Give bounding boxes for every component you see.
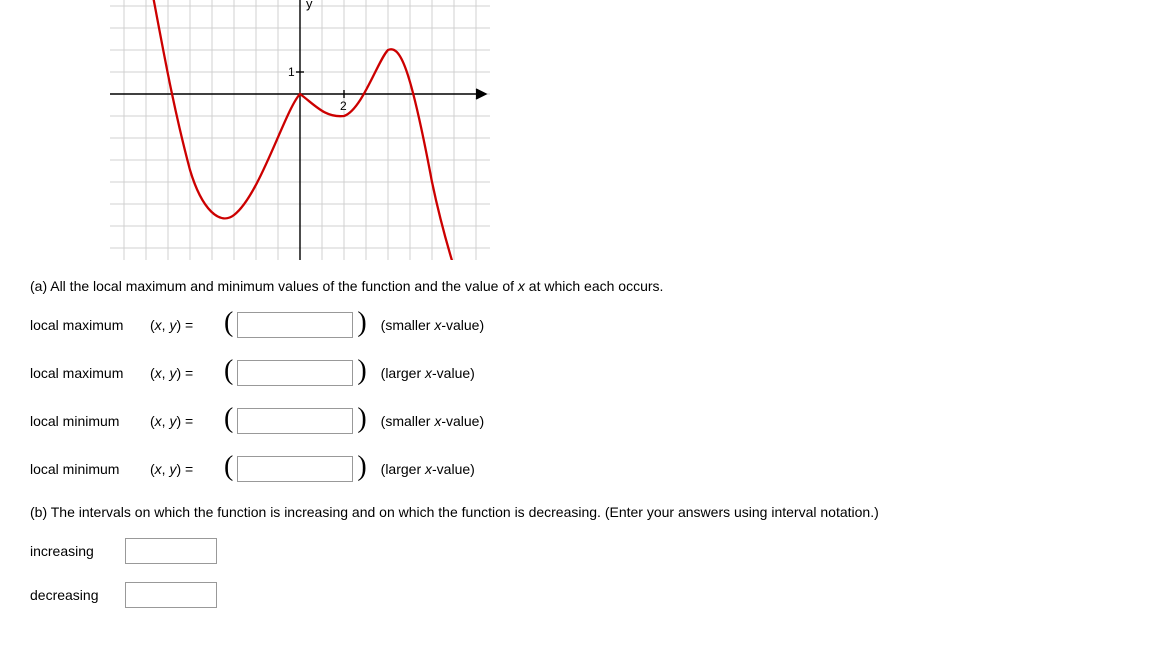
y-tick-1: 1 bbox=[288, 65, 295, 79]
increasing-row: increasing bbox=[30, 538, 1145, 564]
part-b-prompt: (b) The intervals on which the function … bbox=[30, 504, 1145, 520]
function-graph: y x 2 1 bbox=[110, 0, 1145, 263]
row-label: local maximum bbox=[30, 317, 150, 333]
decreasing-input[interactable] bbox=[125, 582, 217, 608]
row-hint: (larger x-value) bbox=[381, 461, 475, 477]
increasing-input[interactable] bbox=[125, 538, 217, 564]
decreasing-row: decreasing bbox=[30, 582, 1145, 608]
local-max-larger-input[interactable] bbox=[237, 360, 353, 386]
row-label: increasing bbox=[30, 543, 125, 559]
local-min-larger-row: local minimum (x, y) = ( ) (larger x-val… bbox=[30, 456, 1145, 482]
x-tick-2: 2 bbox=[340, 99, 347, 113]
row-hint: (smaller x-value) bbox=[381, 413, 484, 429]
row-label: local minimum bbox=[30, 461, 150, 477]
local-min-smaller-input[interactable] bbox=[237, 408, 353, 434]
local-min-larger-input[interactable] bbox=[237, 456, 353, 482]
row-label: local maximum bbox=[30, 365, 150, 381]
row-label: local minimum bbox=[30, 413, 150, 429]
local-max-smaller-input[interactable] bbox=[237, 312, 353, 338]
row-eq: (x, y) = bbox=[150, 461, 220, 477]
curve bbox=[146, 0, 458, 260]
local-max-smaller-row: local maximum (x, y) = ( ) (smaller x-va… bbox=[30, 312, 1145, 338]
y-axis-label: y bbox=[306, 0, 313, 11]
row-eq: (x, y) = bbox=[150, 365, 220, 381]
local-min-smaller-row: local minimum (x, y) = ( ) (smaller x-va… bbox=[30, 408, 1145, 434]
row-eq: (x, y) = bbox=[150, 317, 220, 333]
row-hint: (larger x-value) bbox=[381, 365, 475, 381]
row-eq: (x, y) = bbox=[150, 413, 220, 429]
row-hint: (smaller x-value) bbox=[381, 317, 484, 333]
part-a-prompt: (a) All the local maximum and minimum va… bbox=[30, 278, 1145, 294]
local-max-larger-row: local maximum (x, y) = ( ) (larger x-val… bbox=[30, 360, 1145, 386]
row-label: decreasing bbox=[30, 587, 125, 603]
